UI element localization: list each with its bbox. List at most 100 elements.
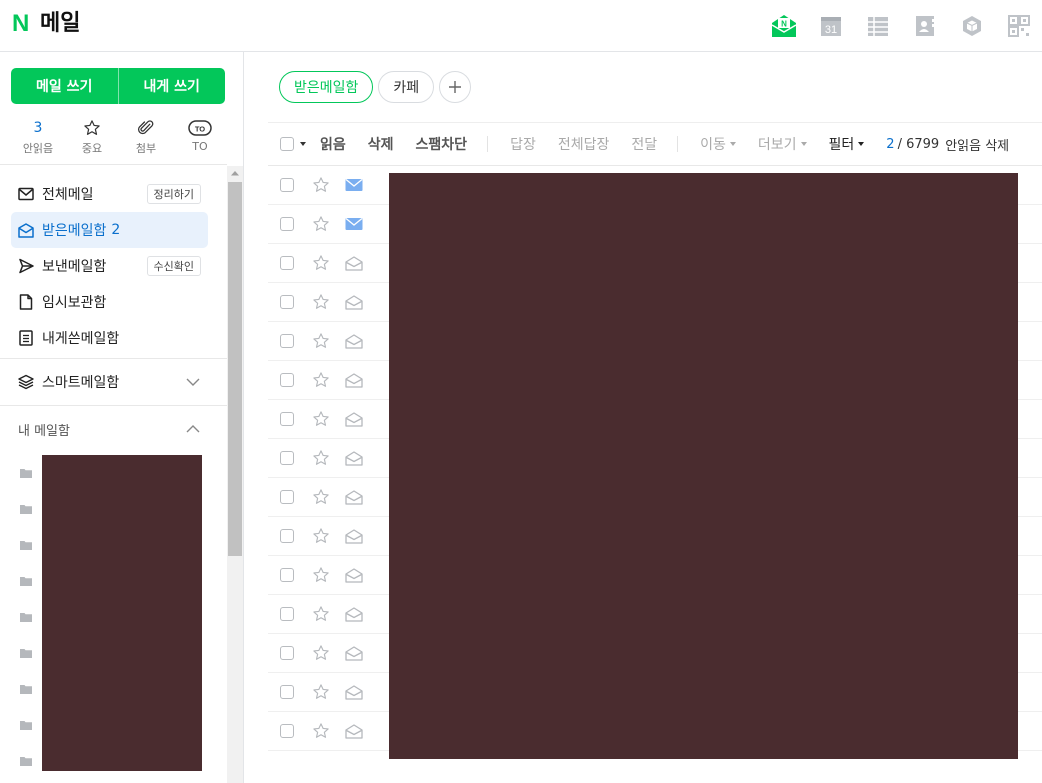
folder-drafts[interactable]: 임시보관함 — [0, 284, 227, 320]
star-icon[interactable] — [312, 488, 330, 506]
read-envelope-icon[interactable] — [345, 255, 363, 271]
star-icon[interactable] — [312, 683, 330, 701]
chevron-up-icon — [185, 421, 201, 441]
star-icon[interactable] — [312, 254, 330, 272]
star-icon[interactable] — [312, 605, 330, 623]
reply-button[interactable]: 답장 — [510, 134, 536, 154]
folder-sent[interactable]: 보낸메일함 수신확인 — [0, 248, 227, 284]
folder-all-mail[interactable]: 전체메일 정리하기 — [0, 176, 227, 212]
row-checkbox[interactable] — [280, 529, 294, 543]
row-checkbox[interactable] — [280, 646, 294, 660]
mail-icon — [18, 186, 34, 202]
read-envelope-icon[interactable] — [345, 294, 363, 310]
read-envelope-icon[interactable] — [345, 489, 363, 505]
caret-down-icon[interactable] — [300, 142, 306, 146]
note-icon — [18, 330, 34, 346]
delete-button[interactable]: 삭제 — [368, 134, 394, 154]
quick-to[interactable]: TO TO — [173, 118, 227, 156]
box-icon[interactable] — [948, 11, 995, 41]
star-icon[interactable] — [312, 410, 330, 428]
row-checkbox[interactable] — [280, 568, 294, 582]
row-checkbox[interactable] — [280, 217, 294, 231]
row-checkbox[interactable] — [280, 373, 294, 387]
row-checkbox[interactable] — [280, 724, 294, 738]
quick-label-unread: 안읽음 — [22, 142, 54, 155]
move-dropdown[interactable]: 이동 — [700, 134, 736, 154]
write-mail-button[interactable]: 메일 쓰기 — [11, 68, 118, 104]
block-spam-button[interactable]: 스팸차단 — [416, 134, 468, 154]
mark-read-button[interactable]: 읽음 — [320, 134, 346, 154]
calendar-icon[interactable]: 31 — [807, 11, 854, 41]
row-checkbox[interactable] — [280, 607, 294, 621]
star-icon[interactable] — [312, 722, 330, 740]
read-envelope-icon[interactable] — [345, 411, 363, 427]
filter-label: 필터 — [828, 137, 855, 153]
more-dropdown[interactable]: 더보기 — [758, 134, 807, 154]
plus-icon — [449, 81, 462, 93]
quick-label-important: 중요 — [81, 142, 103, 155]
tab-inbox[interactable]: 받은메일함 — [279, 71, 374, 103]
read-envelope-icon[interactable] — [345, 645, 363, 661]
read-envelope-icon[interactable] — [345, 567, 363, 583]
read-envelope-icon[interactable] — [345, 333, 363, 349]
reply-all-button[interactable]: 전체답장 — [558, 134, 610, 154]
select-all-checkbox[interactable] — [280, 137, 306, 151]
top-app-icons: N 31 — [760, 11, 1042, 41]
row-checkbox[interactable] — [280, 334, 294, 348]
organize-button[interactable]: 정리하기 — [146, 184, 201, 204]
qr-icon[interactable] — [995, 11, 1042, 41]
write-buttons: 메일 쓰기 내게 쓰기 — [11, 68, 225, 104]
row-checkbox[interactable] — [280, 256, 294, 270]
scrollbar-thumb[interactable] — [228, 182, 242, 556]
mail-app-icon[interactable]: N — [760, 11, 807, 41]
star-icon[interactable] — [312, 293, 330, 311]
read-envelope-icon[interactable] — [345, 372, 363, 388]
star-icon[interactable] — [312, 332, 330, 350]
read-envelope-icon[interactable] — [345, 450, 363, 466]
folder-self-sent[interactable]: 내게쓴메일함 — [0, 320, 227, 356]
quick-separator — [0, 164, 227, 165]
my-mailbox-toggle[interactable]: 내 메일함 — [0, 408, 227, 450]
folder-icon — [20, 607, 32, 626]
quick-important[interactable]: 중요 — [65, 118, 119, 156]
add-tab-button[interactable] — [439, 71, 472, 103]
star-icon[interactable] — [312, 215, 330, 233]
read-envelope-icon[interactable] — [345, 684, 363, 700]
folder-icon — [20, 751, 32, 770]
contacts-icon[interactable] — [901, 11, 948, 41]
quick-unread[interactable]: 3 안읽음 — [11, 118, 65, 156]
star-icon[interactable] — [312, 644, 330, 662]
star-icon[interactable] — [312, 371, 330, 389]
sidebar-scrollbar[interactable] — [227, 166, 243, 783]
unread-envelope-icon[interactable] — [345, 178, 363, 192]
row-checkbox[interactable] — [280, 490, 294, 504]
quick-attachment[interactable]: 첨부 — [119, 118, 173, 156]
read-envelope-icon[interactable] — [345, 606, 363, 622]
star-icon[interactable] — [312, 176, 330, 194]
quick-label-attachment: 첨부 — [135, 142, 157, 155]
checkbox[interactable] — [280, 137, 294, 151]
tab-cafe[interactable]: 카페 — [378, 71, 435, 103]
caret-down-icon — [729, 142, 736, 146]
smart-mailbox-toggle[interactable]: 스마트메일함 — [0, 361, 227, 403]
row-checkbox[interactable] — [280, 412, 294, 426]
forward-button[interactable]: 전달 — [631, 134, 657, 154]
read-envelope-icon[interactable] — [345, 528, 363, 544]
star-icon[interactable] — [312, 566, 330, 584]
naver-mail-logo[interactable]: N 메일 — [12, 12, 80, 36]
row-checkbox[interactable] — [280, 295, 294, 309]
delete-unread-link[interactable]: 안읽음 삭제 — [945, 135, 1009, 154]
read-receipt-button[interactable]: 수신확인 — [146, 256, 201, 276]
star-icon[interactable] — [312, 449, 330, 467]
star-icon[interactable] — [312, 527, 330, 545]
filter-dropdown[interactable]: 필터 — [829, 134, 865, 154]
row-checkbox[interactable] — [280, 685, 294, 699]
read-envelope-icon[interactable] — [345, 723, 363, 739]
unread-envelope-icon[interactable] — [345, 217, 363, 231]
list-icon[interactable] — [854, 11, 901, 41]
row-checkbox[interactable] — [280, 178, 294, 192]
row-checkbox[interactable] — [280, 451, 294, 465]
folder-inbox[interactable]: 받은메일함 2 — [11, 212, 208, 248]
scroll-up-arrow-icon[interactable] — [227, 166, 243, 180]
write-to-me-button[interactable]: 내게 쓰기 — [117, 68, 226, 104]
